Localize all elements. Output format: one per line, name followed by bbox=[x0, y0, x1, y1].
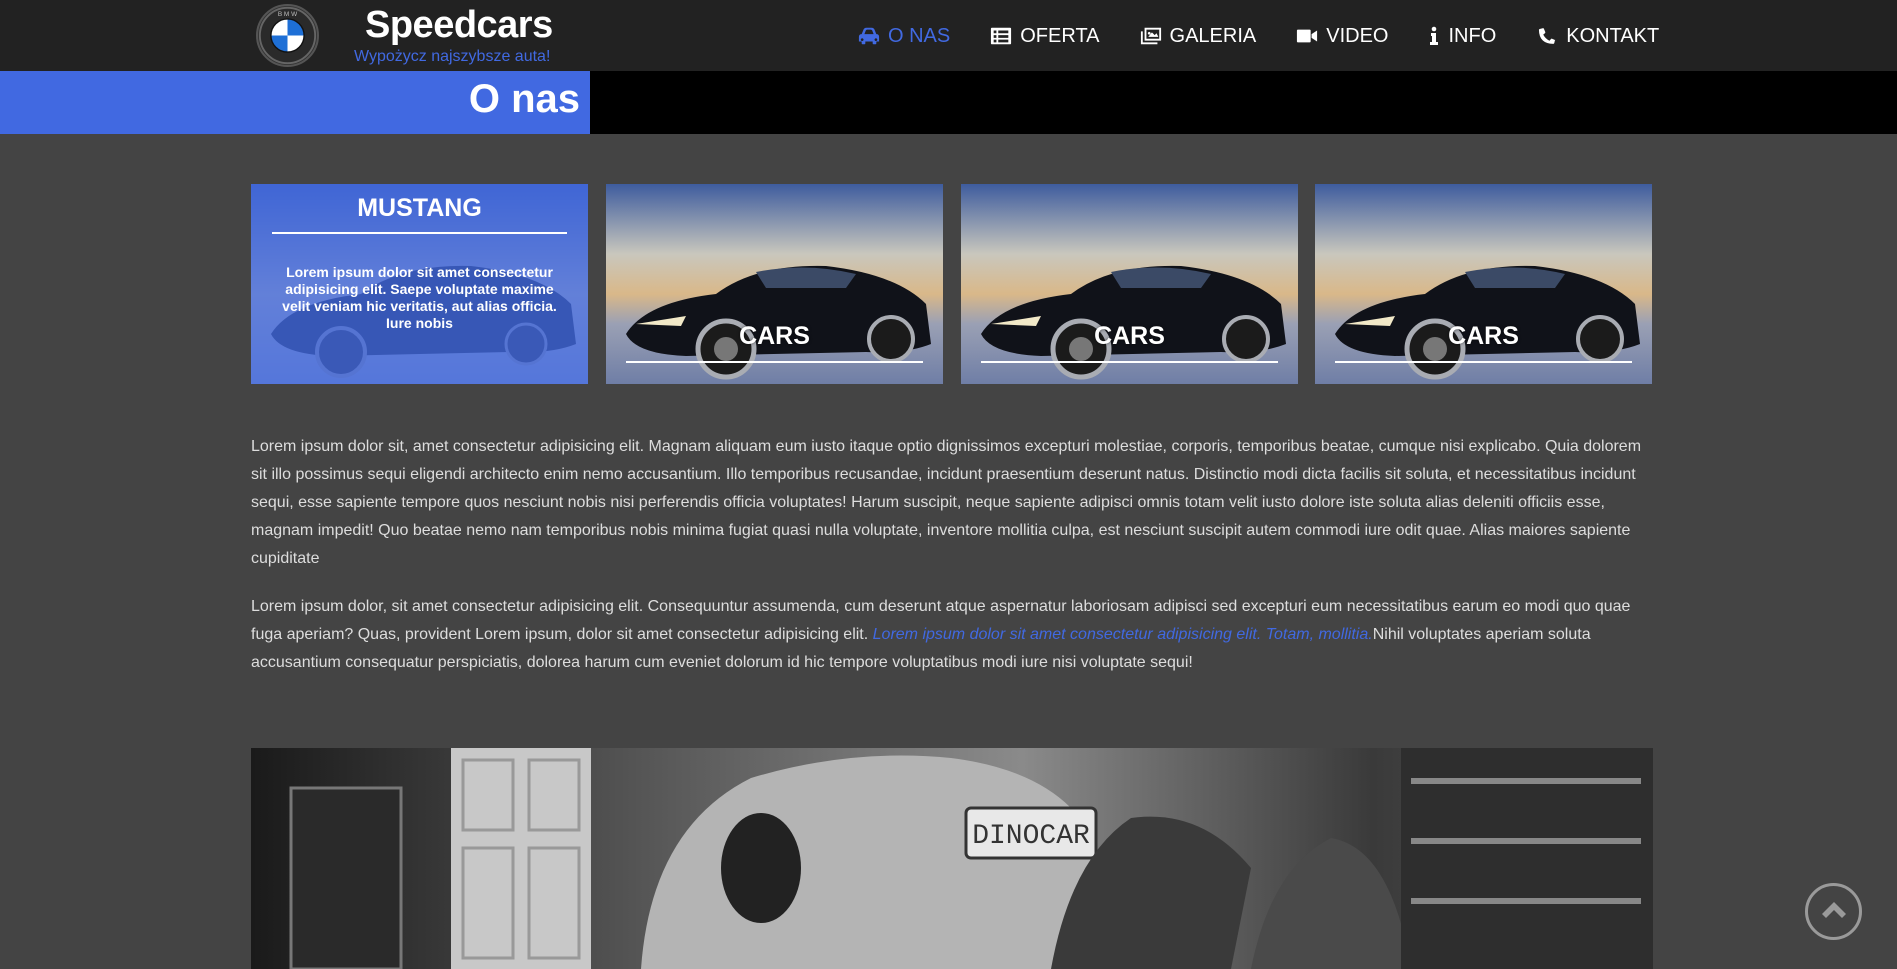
chevron-up-circle-icon bbox=[1821, 901, 1846, 918]
nav-item-galeria[interactable]: GALERIA bbox=[1140, 22, 1257, 50]
images-icon bbox=[1140, 26, 1162, 46]
card-label: CARS bbox=[1094, 322, 1165, 350]
nav-item-label: O NAS bbox=[888, 24, 951, 47]
scroll-to-top-button[interactable] bbox=[1805, 883, 1862, 940]
brand-subtitle: Wypożycz najszybsze auta! bbox=[354, 48, 551, 65]
car-icon bbox=[858, 26, 880, 46]
nav-item-label: OFERTA bbox=[1020, 24, 1100, 47]
card-title: MUSTANG bbox=[357, 194, 482, 222]
car-photo bbox=[961, 184, 1298, 384]
card-divider bbox=[981, 361, 1278, 363]
list-icon bbox=[990, 26, 1012, 46]
nav-item-oferta[interactable]: OFERTA bbox=[990, 22, 1100, 50]
svg-text:B M W: B M W bbox=[278, 11, 298, 18]
card-label: CARS bbox=[739, 322, 810, 350]
garage-photo: DINOCAR bbox=[251, 748, 1653, 969]
car-cards: MUSTANG Lorem ipsum dolor sit amet conse… bbox=[251, 184, 1652, 384]
featured-card[interactable]: MUSTANG Lorem ipsum dolor sit amet conse… bbox=[251, 184, 588, 384]
license-plate: DINOCAR bbox=[972, 821, 1090, 852]
phone-icon bbox=[1536, 26, 1558, 46]
video-camera-icon bbox=[1296, 26, 1318, 46]
nav-item-kontakt[interactable]: KONTAKT bbox=[1536, 22, 1659, 50]
info-icon bbox=[1428, 26, 1440, 46]
car-photo bbox=[1315, 184, 1652, 384]
nav-item-info[interactable]: INFO bbox=[1428, 22, 1496, 50]
nav-item-label: GALERIA bbox=[1169, 24, 1257, 47]
page-header-accent: O nas bbox=[0, 71, 590, 134]
emphasis-text: Lorem ipsum dolor sit amet consectetur a… bbox=[872, 626, 1373, 643]
main-nav: O NAS OFERTA GALERIA VIDEO INFO KONTAKT bbox=[858, 22, 1659, 50]
page-header-band: O nas bbox=[0, 71, 1897, 134]
page-title: O nas bbox=[468, 77, 580, 121]
card-divider bbox=[272, 232, 567, 234]
nav-item-label: INFO bbox=[1448, 24, 1497, 47]
card-divider bbox=[626, 361, 923, 363]
nav-item-label: VIDEO bbox=[1326, 24, 1389, 47]
card-divider bbox=[1335, 361, 1632, 363]
nav-item-o-nas[interactable]: O NAS bbox=[858, 22, 950, 50]
car-card[interactable]: CARS bbox=[961, 184, 1298, 384]
card-label: CARS bbox=[1448, 322, 1519, 350]
about-content: Lorem ipsum dolor sit, amet consectetur … bbox=[251, 433, 1652, 697]
nav-item-label: KONTAKT bbox=[1566, 24, 1660, 47]
brand-title[interactable]: Speedcars bbox=[365, 4, 553, 47]
card-text: Lorem ipsum dolor sit amet consectetur a… bbox=[282, 264, 557, 331]
car-photo bbox=[606, 184, 943, 384]
car-card[interactable]: CARS bbox=[606, 184, 943, 384]
car-card[interactable]: CARS bbox=[1315, 184, 1652, 384]
navbar: B M W Speedcars Wypożycz najszybsze auta… bbox=[0, 0, 1897, 71]
about-paragraph: Lorem ipsum dolor sit, amet consectetur … bbox=[251, 438, 1642, 567]
nav-item-video[interactable]: VIDEO bbox=[1296, 22, 1388, 50]
about-paragraph: Lorem ipsum dolor, sit amet consectetur … bbox=[251, 593, 1652, 677]
bmw-logo-icon[interactable]: B M W bbox=[256, 4, 319, 67]
